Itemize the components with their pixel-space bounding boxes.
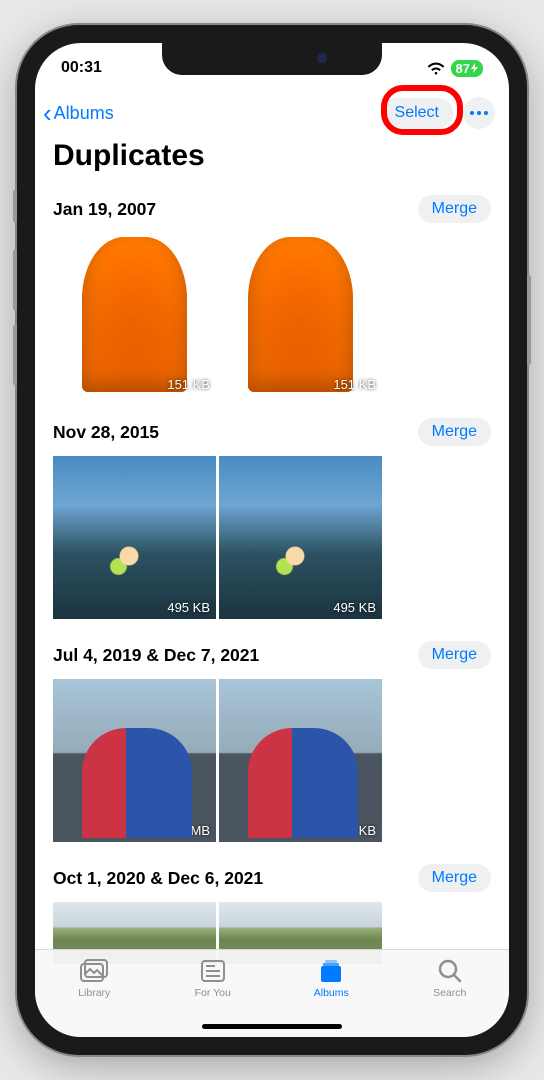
phone-frame: 00:31 87 ‹ Albums Select Dupl bbox=[17, 25, 527, 1055]
tab-bar: Library For You Albums Search bbox=[35, 949, 509, 1037]
volume-up bbox=[13, 250, 17, 310]
duplicate-group: Nov 28, 2015 Merge 495 KB 495 KB bbox=[35, 410, 509, 633]
status-right: 87 bbox=[427, 60, 483, 77]
group-date: Jul 4, 2019 & Dec 7, 2021 bbox=[53, 645, 259, 666]
photo-thumbnail[interactable]: 495 KB bbox=[53, 456, 216, 619]
ellipsis-icon bbox=[470, 111, 488, 115]
status-time: 00:31 bbox=[61, 59, 102, 77]
photo-thumbnail[interactable]: 151 KB bbox=[53, 233, 216, 396]
tab-label: Library bbox=[78, 987, 110, 999]
photo-thumbnail[interactable]: 76 KB bbox=[219, 679, 382, 842]
tab-for-you[interactable]: For You bbox=[154, 958, 273, 999]
tab-search[interactable]: Search bbox=[391, 958, 510, 999]
page-title: Duplicates bbox=[35, 139, 509, 187]
merge-button[interactable]: Merge bbox=[418, 864, 491, 892]
home-indicator[interactable] bbox=[202, 1024, 342, 1029]
group-date: Jan 19, 2007 bbox=[53, 199, 156, 220]
mute-switch bbox=[13, 190, 17, 222]
thumbnail-row: 151 KB 151 KB bbox=[53, 233, 491, 396]
albums-icon bbox=[316, 958, 346, 984]
library-icon bbox=[79, 958, 109, 984]
merge-button[interactable]: Merge bbox=[418, 641, 491, 669]
tab-label: Albums bbox=[314, 987, 349, 999]
tab-albums[interactable]: Albums bbox=[272, 958, 391, 999]
bolt-icon bbox=[471, 63, 478, 73]
group-header: Nov 28, 2015 Merge bbox=[53, 418, 491, 446]
wifi-icon bbox=[427, 62, 445, 75]
photo-thumbnail[interactable]: 151 KB bbox=[219, 233, 382, 396]
duplicate-group: Jan 19, 2007 Merge 151 KB 151 KB bbox=[35, 187, 509, 410]
merge-button[interactable]: Merge bbox=[418, 418, 491, 446]
tab-label: For You bbox=[195, 987, 231, 999]
group-header: Jan 19, 2007 Merge bbox=[53, 195, 491, 223]
battery-percent: 87 bbox=[456, 61, 470, 76]
volume-down bbox=[13, 325, 17, 385]
file-size: 495 KB bbox=[333, 600, 376, 615]
group-header: Jul 4, 2019 & Dec 7, 2021 Merge bbox=[53, 641, 491, 669]
file-size: 495 KB bbox=[167, 600, 210, 615]
file-size: 151 KB bbox=[333, 377, 376, 392]
group-date: Nov 28, 2015 bbox=[53, 422, 159, 443]
power-button bbox=[527, 275, 531, 365]
group-date: Oct 1, 2020 & Dec 6, 2021 bbox=[53, 868, 263, 889]
nav-bar: ‹ Albums Select bbox=[35, 91, 509, 139]
tab-library[interactable]: Library bbox=[35, 958, 154, 999]
search-icon bbox=[435, 958, 465, 984]
screen: 00:31 87 ‹ Albums Select Dupl bbox=[35, 43, 509, 1037]
file-size: 151 KB bbox=[167, 377, 210, 392]
duplicate-group: Jul 4, 2019 & Dec 7, 2021 Merge 2.3 MB 7… bbox=[35, 633, 509, 856]
back-label: Albums bbox=[54, 103, 114, 124]
merge-button[interactable]: Merge bbox=[418, 195, 491, 223]
notch bbox=[162, 43, 382, 75]
thumbnail-row: 2.3 MB 76 KB bbox=[53, 679, 491, 842]
photo-thumbnail[interactable]: 495 KB bbox=[219, 456, 382, 619]
nav-actions: Select bbox=[381, 97, 495, 129]
more-button[interactable] bbox=[463, 97, 495, 129]
tab-label: Search bbox=[433, 987, 466, 999]
back-button[interactable]: ‹ Albums bbox=[43, 100, 114, 126]
content[interactable]: Jan 19, 2007 Merge 151 KB 151 KB Nov 28,… bbox=[35, 187, 509, 978]
file-size: 76 KB bbox=[341, 823, 376, 838]
select-button[interactable]: Select bbox=[381, 98, 453, 128]
thumbnail-row: 495 KB 495 KB bbox=[53, 456, 491, 619]
group-header: Oct 1, 2020 & Dec 6, 2021 Merge bbox=[53, 864, 491, 892]
battery-badge: 87 bbox=[451, 60, 483, 77]
chevron-left-icon: ‹ bbox=[43, 100, 52, 126]
for-you-icon bbox=[198, 958, 228, 984]
photo-thumbnail[interactable]: 2.3 MB bbox=[53, 679, 216, 842]
file-size: 2.3 MB bbox=[169, 823, 210, 838]
